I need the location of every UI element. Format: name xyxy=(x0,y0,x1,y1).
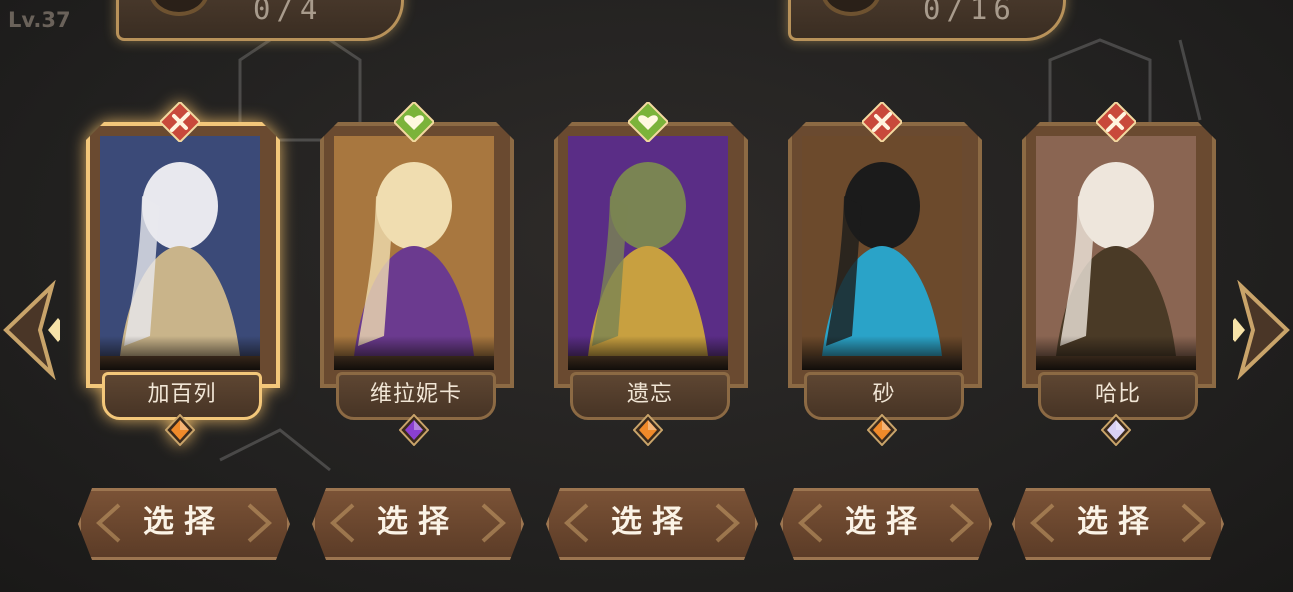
purple-gem-icon xyxy=(399,414,429,446)
portrait-shade xyxy=(802,336,962,370)
hero-name: 遗忘 xyxy=(570,372,730,420)
chevron-left-icon xyxy=(95,503,125,543)
select-button-5[interactable]: 选择 xyxy=(1012,488,1224,560)
hero-card[interactable]: 维拉妮卡 xyxy=(314,102,512,448)
hero-name: 砂 xyxy=(804,372,964,420)
chevron-right-icon xyxy=(1177,503,1207,543)
hero-name: 加百列 xyxy=(102,372,262,420)
portrait-shade xyxy=(334,336,494,370)
sword-icon xyxy=(862,102,902,142)
hero-portrait xyxy=(334,136,494,356)
counter-left: 0/4 xyxy=(116,0,404,41)
chevron-right-icon xyxy=(945,503,975,543)
chevron-left-icon xyxy=(1029,503,1059,543)
select-button-label: 选择 xyxy=(845,504,927,540)
select-button-3[interactable]: 选择 xyxy=(546,488,758,560)
orange-gem-icon xyxy=(633,414,663,446)
chevron-left-icon xyxy=(563,503,593,543)
select-button-4[interactable]: 选择 xyxy=(780,488,992,560)
hero-portrait xyxy=(802,136,962,356)
hero-portrait xyxy=(100,136,260,356)
orange-gem-icon xyxy=(867,414,897,446)
white-gem-icon xyxy=(1101,414,1131,446)
chevron-right-icon xyxy=(243,503,273,543)
sword-icon xyxy=(1096,102,1136,142)
counter-ring-icon xyxy=(149,0,209,16)
hero-card[interactable]: 哈比 xyxy=(1016,102,1214,448)
select-button-2[interactable]: 选择 xyxy=(312,488,524,560)
hero-card[interactable]: 加百列 xyxy=(80,102,278,448)
hero-portrait xyxy=(568,136,728,356)
hero-name: 维拉妮卡 xyxy=(336,372,496,420)
next-arrow-icon[interactable] xyxy=(1233,280,1293,380)
chevron-left-icon xyxy=(797,503,827,543)
counter-right: 0/16 xyxy=(788,0,1066,41)
sword-icon xyxy=(160,102,200,142)
portrait-shade xyxy=(568,336,728,370)
orange-gem-icon xyxy=(165,414,195,446)
select-button-label: 选择 xyxy=(143,504,225,540)
counter-right-value: 0/16 xyxy=(923,0,1017,26)
select-button-1[interactable]: 选择 xyxy=(78,488,290,560)
select-button-label: 选择 xyxy=(611,504,693,540)
chevron-right-icon xyxy=(711,503,741,543)
prev-arrow-icon[interactable] xyxy=(0,280,60,380)
hero-card[interactable]: 遗忘 xyxy=(548,102,746,448)
level-indicator: Lv.37 xyxy=(8,8,71,32)
portrait-shade xyxy=(1036,336,1196,370)
select-button-label: 选择 xyxy=(1077,504,1159,540)
hero-name: 哈比 xyxy=(1038,372,1198,420)
chevron-right-icon xyxy=(477,503,507,543)
select-button-label: 选择 xyxy=(377,504,459,540)
chevron-left-icon xyxy=(329,503,359,543)
counter-ring-icon xyxy=(821,0,881,16)
portrait-shade xyxy=(100,336,260,370)
heart-icon xyxy=(394,102,434,142)
hero-card[interactable]: 砂 xyxy=(782,102,980,448)
heart-icon xyxy=(628,102,668,142)
hero-portrait xyxy=(1036,136,1196,356)
counter-left-value: 0/4 xyxy=(253,0,324,26)
